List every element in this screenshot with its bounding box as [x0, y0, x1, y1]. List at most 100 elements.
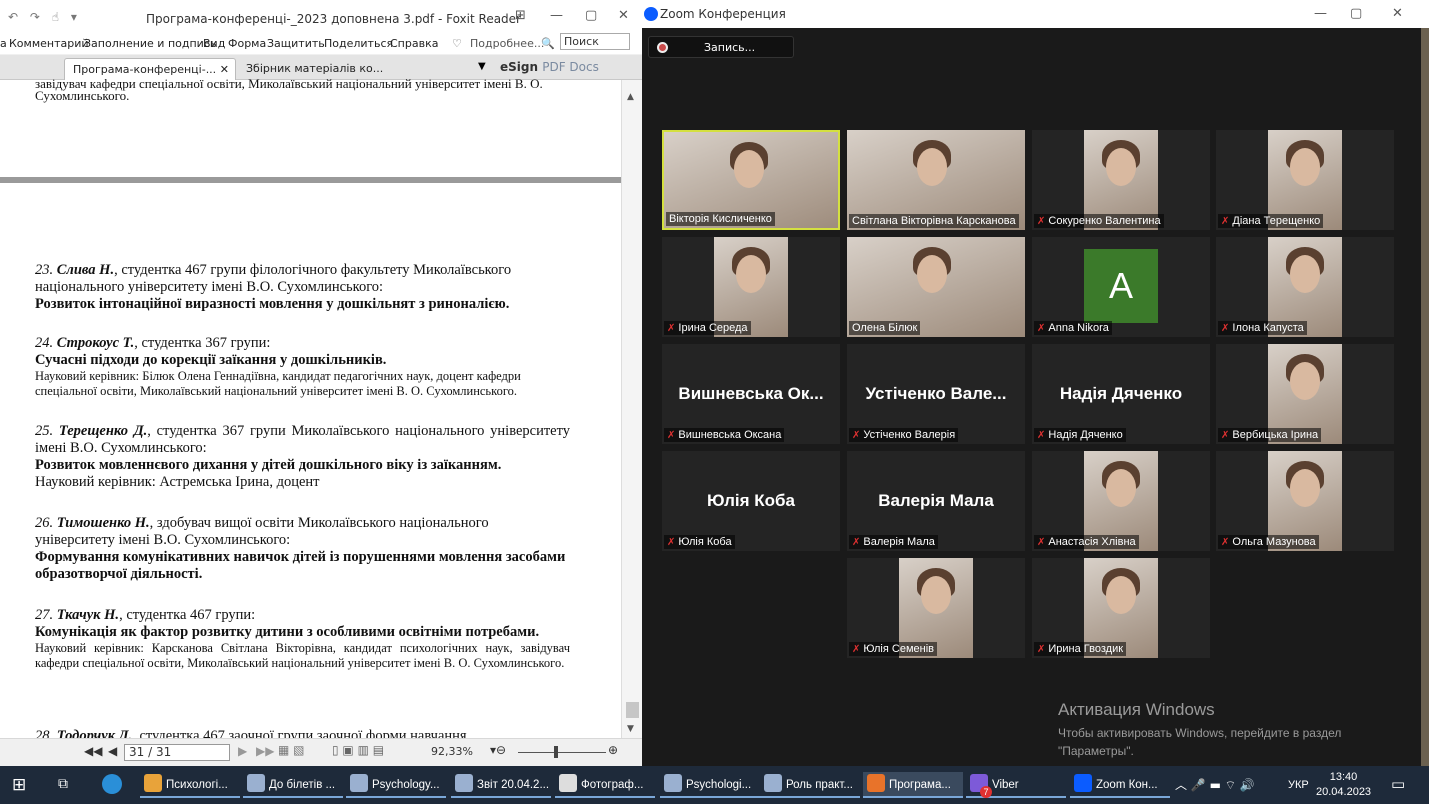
- minimize-icon[interactable]: —: [1314, 6, 1327, 21]
- page-view-icons[interactable]: ▦ ▧: [278, 743, 305, 757]
- tab-label: Програма-конференці-...: [73, 63, 217, 76]
- taskbar-app[interactable]: Звіт 20.04.2...: [451, 772, 551, 798]
- zoom-slider[interactable]: [518, 752, 606, 753]
- esign-label[interactable]: eSign PDF Docs: [500, 60, 599, 74]
- quick-access-icons[interactable]: ↶ ↷ ☝ ▾: [8, 10, 81, 24]
- ribbon-toggle-icon[interactable]: ⊞: [515, 8, 526, 23]
- muted-mic-icon: ✗: [852, 430, 861, 441]
- participant-tile[interactable]: Устіченко Вале... ✗ Устіченко Валерія: [847, 344, 1025, 444]
- participant-tile[interactable]: ✗ Юлія Семенів: [847, 558, 1025, 658]
- muted-mic-icon: ✗: [1221, 216, 1230, 227]
- next-page-icon[interactable]: ▶: [238, 744, 247, 758]
- activation-text: "Параметры".: [1058, 744, 1134, 758]
- minimize-icon[interactable]: —: [550, 8, 563, 23]
- restore-icon[interactable]: ▢: [585, 8, 597, 23]
- taskbar-app[interactable]: Zoom Кон...: [1070, 772, 1170, 798]
- participant-name: ✗ Юлія Коба: [664, 535, 735, 549]
- participant-tile[interactable]: ✗ Ірина Середа: [662, 237, 840, 337]
- participant-name: ✗ Anna Nikora: [1034, 321, 1112, 335]
- scroll-up-icon[interactable]: ▲: [627, 92, 634, 102]
- menu-fill-sign[interactable]: Заполнение и подпись: [84, 37, 216, 50]
- entry-supervisor: Науковий керівник: Білюк Олена Геннадіїв…: [35, 369, 521, 398]
- language-indicator[interactable]: УКР: [1288, 779, 1309, 791]
- muted-mic-icon: ✗: [1037, 216, 1046, 227]
- zoom-slider-thumb[interactable]: [554, 746, 558, 758]
- notifications-icon[interactable]: ▭: [1391, 775, 1405, 793]
- last-page-icon[interactable]: ▶▶: [256, 744, 274, 758]
- app-label: Психологі...: [166, 779, 228, 792]
- zoom-out-icon[interactable]: ▾⊖: [490, 743, 506, 757]
- participant-big-name: Валерія Мала: [878, 491, 994, 510]
- menu-protect[interactable]: Защитить: [267, 37, 325, 50]
- recording-indicator[interactable]: Запись...: [648, 36, 794, 58]
- taskbar-app[interactable]: Роль практ...: [760, 772, 860, 798]
- participant-tile[interactable]: Надія Дяченко ✗ Надія Дяченко: [1032, 344, 1210, 444]
- participant-big-name: Вишневська Ок...: [678, 384, 824, 403]
- menu-comment[interactable]: Комментарий: [9, 37, 89, 50]
- menu-item[interactable]: а: [0, 37, 7, 50]
- tell-more-icon[interactable]: ♡: [452, 37, 462, 50]
- edge-icon[interactable]: [102, 774, 122, 794]
- participant-tile[interactable]: Вікторія Кисличенко: [662, 130, 840, 230]
- participant-tile[interactable]: ✗ Анастасія Хлівна: [1032, 451, 1210, 551]
- search-input[interactable]: Поиск: [560, 33, 630, 50]
- windows-activation-watermark: Активация Windows Чтобы активировать Win…: [1058, 700, 1341, 760]
- participant-face: [1290, 148, 1320, 186]
- muted-mic-icon: ✗: [1037, 644, 1046, 655]
- participant-tile[interactable]: Олена Білюк: [847, 237, 1025, 337]
- find-icon[interactable]: 🔍: [541, 37, 555, 50]
- participant-name: ✗ Ирина Гвоздик: [1034, 642, 1127, 656]
- tab-list-icon[interactable]: ▼: [478, 61, 486, 72]
- taskbar-app[interactable]: Psychologi...: [660, 772, 760, 798]
- taskbar-app[interactable]: Фотограф...: [555, 772, 655, 798]
- vertical-scrollbar[interactable]: ▲ ▼: [621, 80, 642, 738]
- participant-tile[interactable]: ✗ Вербицька Ірина: [1216, 344, 1394, 444]
- participant-tile[interactable]: Вишневська Ок... ✗ Вишневська Оксана: [662, 344, 840, 444]
- desktop-edge: [1421, 28, 1429, 766]
- entry-info: , студентка 367 групи:: [134, 335, 271, 351]
- prev-page-icon[interactable]: ◀: [108, 744, 117, 758]
- participant-face: [1106, 148, 1136, 186]
- page-number-input[interactable]: 31 / 31: [124, 744, 230, 761]
- taskbar-app[interactable]: Психологі...: [140, 772, 240, 798]
- taskbar-app[interactable]: Psychology...: [346, 772, 446, 798]
- first-page-icon[interactable]: ◀◀: [84, 744, 102, 758]
- participant-tile[interactable]: Юлія Коба ✗ Юлія Коба: [662, 451, 840, 551]
- taskbar-app[interactable]: Програма...: [863, 772, 963, 798]
- start-icon[interactable]: ⊞: [12, 775, 26, 795]
- tray-icons[interactable]: ︿ 🎤 ▬ ⌔ 🔊: [1175, 776, 1255, 793]
- scroll-thumb[interactable]: [626, 702, 639, 718]
- zoom-level[interactable]: 92,33%: [431, 745, 473, 758]
- menu-share[interactable]: Поделиться: [324, 37, 393, 50]
- clock[interactable]: 13:40 20.04.2023: [1316, 770, 1371, 800]
- participant-tile[interactable]: ✗ Ольга Мазунова: [1216, 451, 1394, 551]
- menu-form[interactable]: Форма: [228, 37, 266, 50]
- participant-tile[interactable]: ✗ Ирина Гвоздик: [1032, 558, 1210, 658]
- scroll-down-icon[interactable]: ▼: [627, 724, 634, 734]
- participant-tile[interactable]: ✗ Діана Терещенко: [1216, 130, 1394, 230]
- menu-help[interactable]: Справка: [390, 37, 438, 50]
- participant-name-text: Ирина Гвоздик: [1048, 643, 1124, 655]
- pdf-page-current: 23. Слива Н., студентка 467 групи філоло…: [0, 183, 621, 738]
- participant-tile[interactable]: A ✗ Anna Nikora: [1032, 237, 1210, 337]
- layout-icons[interactable]: ▯ ▣ ▥ ▤: [332, 743, 384, 757]
- taskbar-app[interactable]: До білетів ...: [243, 772, 343, 798]
- clock-date: 20.04.2023: [1316, 786, 1372, 798]
- participant-tile[interactable]: ✗ Ілона Капуста: [1216, 237, 1394, 337]
- menu-more[interactable]: Подробнее...: [470, 37, 544, 50]
- taskbar-app[interactable]: Viber 7: [966, 772, 1066, 798]
- task-view-icon[interactable]: ⧉: [58, 776, 68, 792]
- zoom-in-icon[interactable]: ⊕: [608, 743, 618, 757]
- close-icon[interactable]: ✕: [618, 8, 629, 23]
- entry-author: Ткачук Н.: [56, 607, 120, 623]
- participant-tile[interactable]: Світлана Вікторівна Карсканова: [847, 130, 1025, 230]
- participant-tile[interactable]: ✗ Сокуренко Валентина: [1032, 130, 1210, 230]
- menu-view[interactable]: Вид: [203, 37, 225, 50]
- participant-tile[interactable]: Валерія Мала ✗ Валерія Мала: [847, 451, 1025, 551]
- maximize-icon[interactable]: ▢: [1350, 6, 1362, 21]
- record-icon: [657, 42, 668, 53]
- close-tab-icon[interactable]: ✕: [220, 63, 229, 76]
- participant-name: ✗ Юлія Семенів: [849, 642, 937, 656]
- app-icon: [867, 774, 885, 792]
- close-icon[interactable]: ✕: [1392, 6, 1403, 21]
